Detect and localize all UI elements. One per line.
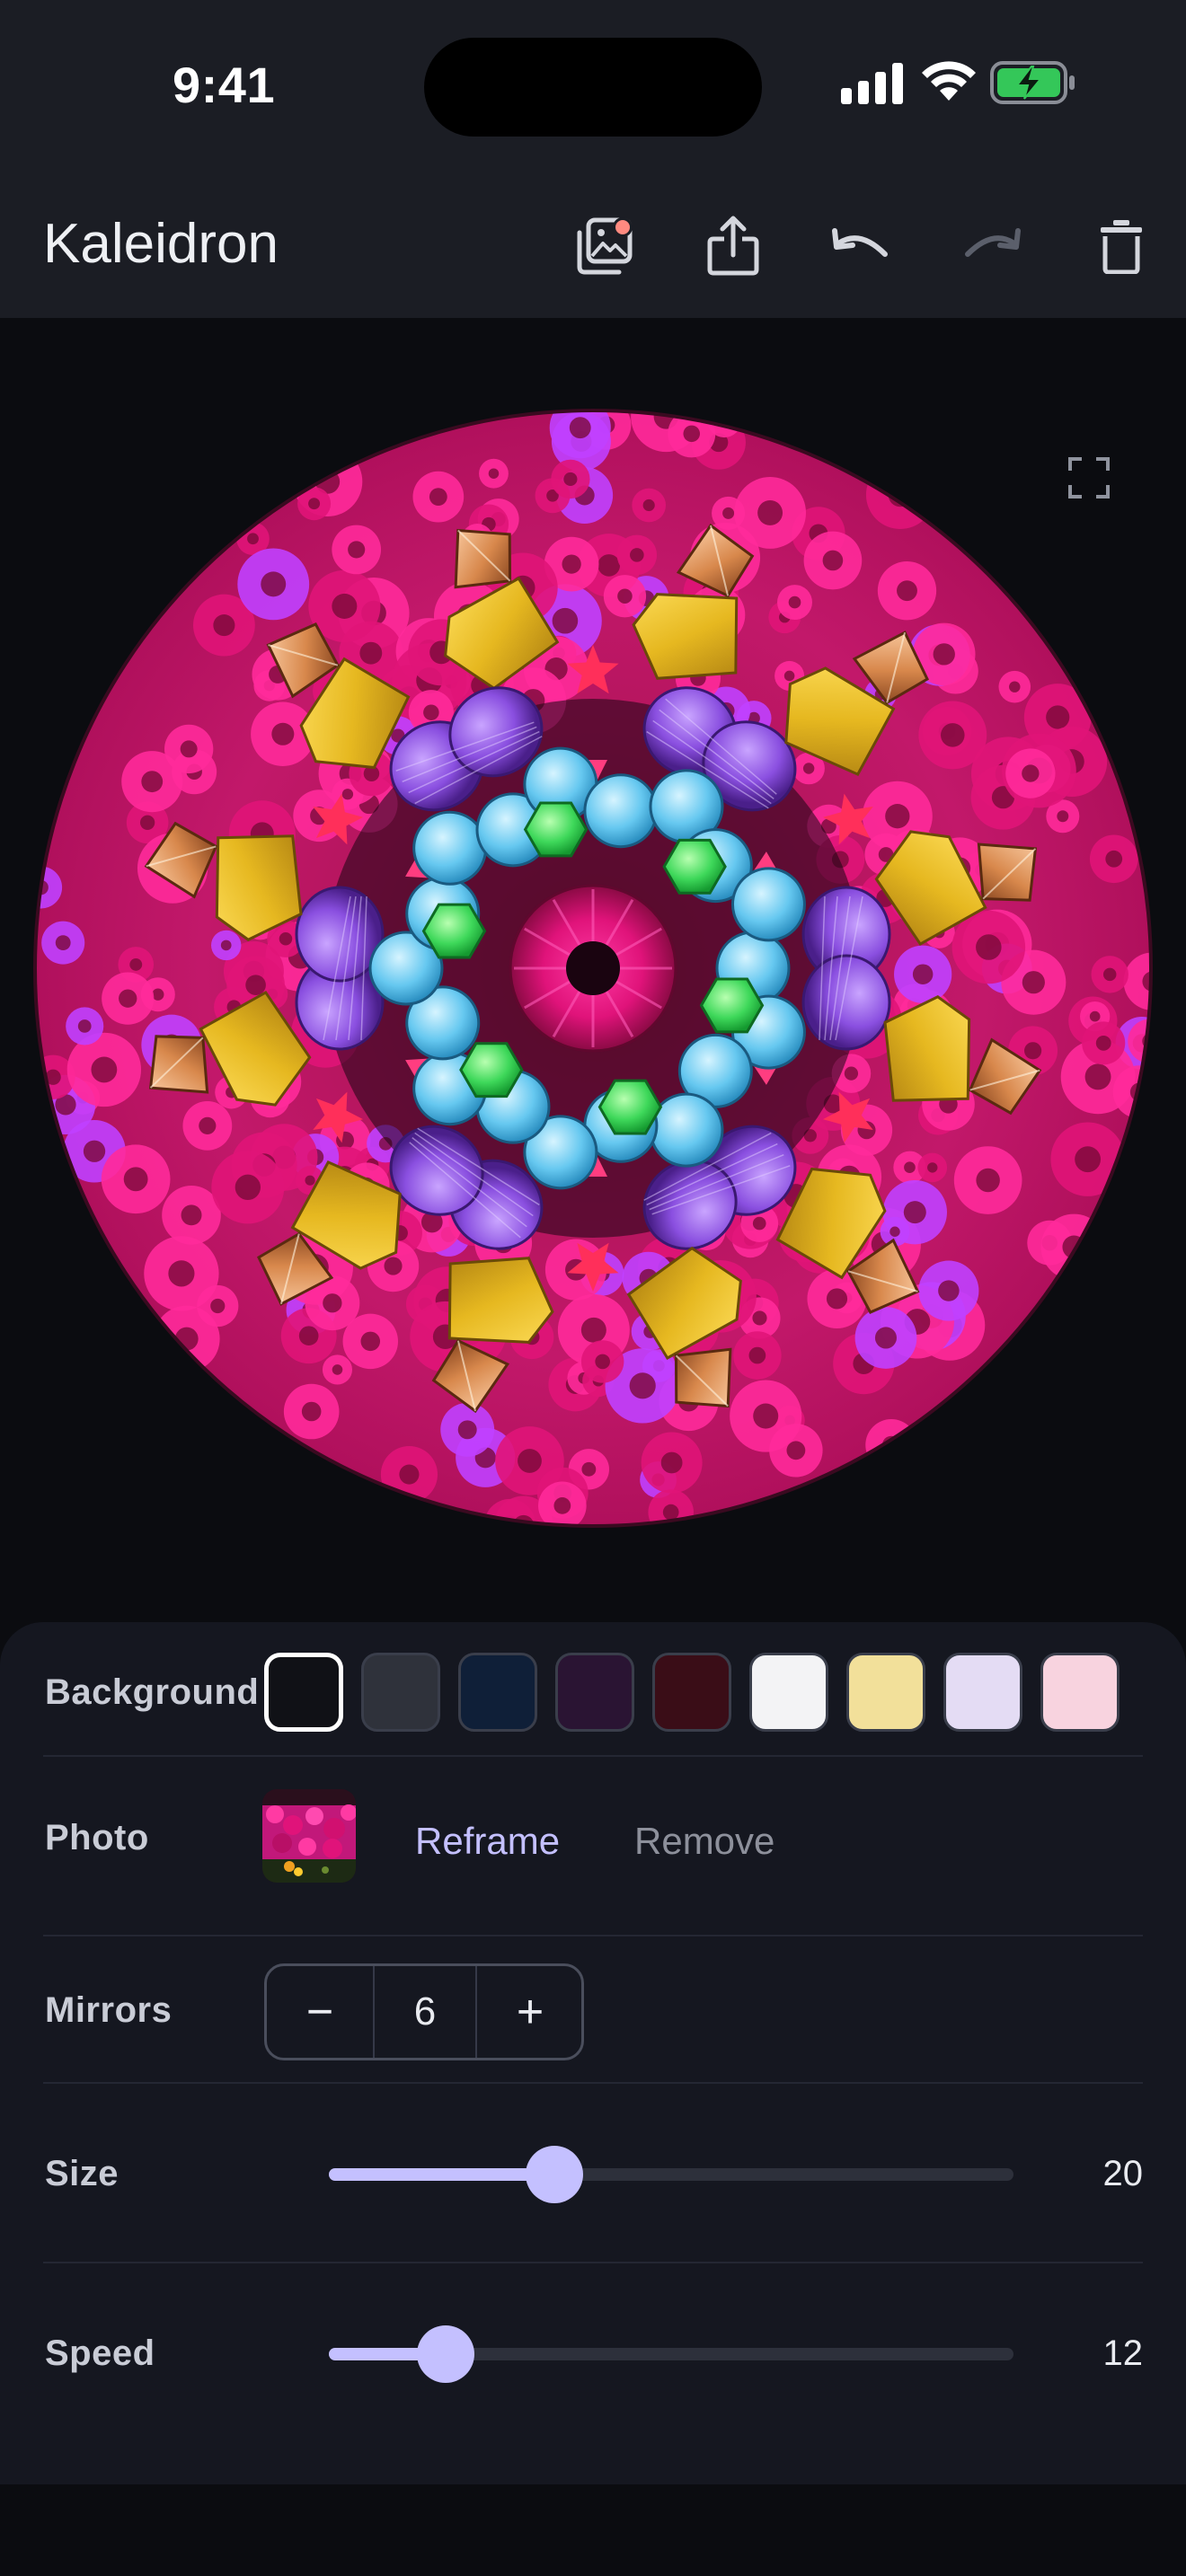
undo-icon: [832, 228, 888, 257]
color-swatch[interactable]: [264, 1653, 343, 1732]
mirrors-row: Mirrors − 6 +: [43, 1936, 1143, 2084]
mirrors-decrement-button[interactable]: −: [267, 1966, 373, 2058]
photo-label: Photo: [45, 1818, 149, 1857]
signal-icon: [841, 63, 903, 104]
mirrors-increment-button[interactable]: +: [477, 1966, 583, 2058]
color-swatch[interactable]: [555, 1653, 634, 1732]
fullscreen-icon: [1068, 457, 1110, 498]
gallery-button[interactable]: [561, 203, 647, 289]
color-swatch[interactable]: [652, 1653, 731, 1732]
redo-button[interactable]: [949, 203, 1035, 289]
color-swatch[interactable]: [846, 1653, 925, 1732]
size-row: Size 20: [43, 2084, 1143, 2263]
photo-thumbnail-image: [262, 1789, 356, 1883]
size-slider-thumb[interactable]: [526, 2146, 584, 2203]
dynamic-island: [424, 38, 762, 137]
controls-panel: Background Photo Reframe Remove Mirrors …: [0, 1622, 1186, 2484]
size-value: 20: [1102, 2154, 1144, 2193]
photo-row: Photo Reframe Remove: [43, 1757, 1143, 1936]
speed-slider[interactable]: [329, 2325, 1013, 2383]
color-swatch[interactable]: [458, 1653, 537, 1732]
delete-button[interactable]: [1078, 203, 1164, 289]
app-header: Kaleidron: [0, 176, 1186, 318]
kaleidoscope-canvas[interactable]: [32, 408, 1154, 1529]
mirrors-stepper: − 6 +: [264, 1963, 584, 2060]
size-slider-fill: [329, 2168, 555, 2181]
status-bar: 9:41: [0, 0, 1186, 176]
size-slider[interactable]: [329, 2146, 1013, 2203]
color-swatch[interactable]: [749, 1653, 828, 1732]
share-icon: [707, 216, 759, 276]
speed-value: 12: [1102, 2333, 1144, 2373]
wifi-icon: [922, 61, 976, 101]
battery-charging-icon: [990, 61, 1075, 104]
home-indicator-area: [0, 2484, 1186, 2576]
color-swatch[interactable]: [361, 1653, 440, 1732]
redo-icon: [965, 228, 1021, 257]
notification-badge: [613, 217, 633, 237]
speed-slider-thumb[interactable]: [416, 2325, 474, 2383]
remove-button[interactable]: Remove: [634, 1820, 774, 1863]
app-title: Kaleidron: [43, 213, 279, 275]
background-label: Background: [45, 1672, 260, 1712]
background-row: Background: [43, 1622, 1143, 1757]
share-button[interactable]: [690, 203, 776, 289]
color-swatch[interactable]: [943, 1653, 1022, 1732]
mirrors-label: Mirrors: [45, 1990, 173, 2030]
status-time: 9:41: [173, 57, 276, 113]
photo-thumbnail[interactable]: [262, 1789, 356, 1883]
speed-label: Speed: [45, 2333, 155, 2373]
trash-icon: [1101, 220, 1142, 274]
reframe-button[interactable]: Reframe: [415, 1820, 560, 1863]
mirrors-value: 6: [373, 1966, 477, 2058]
size-label: Size: [45, 2154, 119, 2193]
fullscreen-button[interactable]: [1055, 444, 1123, 512]
color-swatch[interactable]: [1040, 1653, 1120, 1732]
kaleidoscope-canvas-area: [0, 318, 1186, 1626]
undo-button[interactable]: [818, 203, 904, 289]
speed-row: Speed 12: [43, 2263, 1143, 2443]
